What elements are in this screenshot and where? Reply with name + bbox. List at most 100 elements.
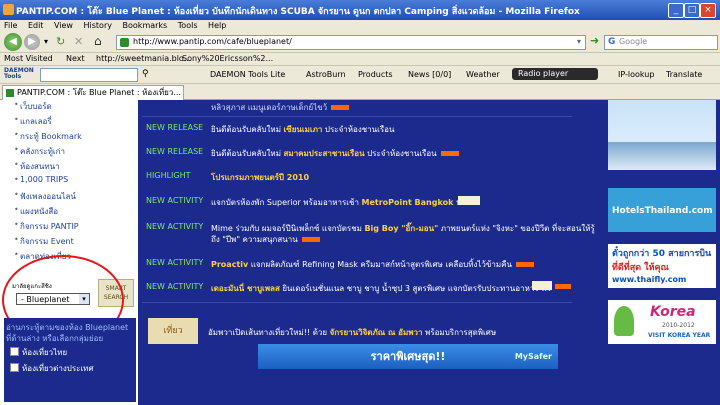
menu-edit[interactable]: Edit xyxy=(28,20,44,32)
checkbox-foreign-travel-label: ห้องเที่ยวต่างประเทศ xyxy=(22,364,94,373)
news-item[interactable]: News [0/0] xyxy=(408,70,451,79)
news-row-3[interactable]: โปรแกรมภาพยนตร์ปี 2010 xyxy=(211,171,309,184)
go-icon[interactable]: ➜ xyxy=(590,34,599,47)
url-text: http://www.pantip.com/cafe/blueplanet/ xyxy=(133,37,292,46)
ad-thaifly[interactable]: ตั๋วถูกกว่า 50 สายการบิน ที่ดีที่สุด ให้… xyxy=(608,244,716,288)
tab-label: PANTIP.COM : โต๊ะ Blue Planet : ห้องเที่… xyxy=(17,88,181,97)
bottom-banner-ad[interactable]: ราคาพิเศษสุด!! MySafer xyxy=(258,344,558,369)
url-dropdown-icon[interactable]: ▾ xyxy=(577,37,581,46)
daemon-search-input[interactable] xyxy=(40,68,138,82)
title-bar: PANTIP.COM : โต๊ะ Blue Planet : ห้องเที่… xyxy=(0,0,720,20)
astroburn-item[interactable]: AstroBurn xyxy=(306,70,346,79)
sidebar-item-chat[interactable]: ห้องสนทนา xyxy=(14,160,60,173)
home-icon[interactable]: ⌂ xyxy=(94,34,102,48)
search-input[interactable]: G Google xyxy=(604,35,718,50)
menu-tools[interactable]: Tools xyxy=(178,20,198,32)
bookmark-sweetmania[interactable]: http://sweetmania.blo... xyxy=(96,54,191,63)
hotels-thailand-text: HotelsThailand.com xyxy=(612,206,713,216)
url-bar[interactable]: http://www.pantip.com/cafe/blueplanet/ ▾ xyxy=(116,35,586,50)
korea-years: 2010-2012 xyxy=(662,322,695,329)
weather-item[interactable]: Weather xyxy=(466,70,500,79)
menu-history[interactable]: History xyxy=(84,20,112,32)
sidebar-item-bookmark[interactable]: กระทู้ Bookmark xyxy=(14,130,82,143)
firefox-icon xyxy=(3,4,14,15)
checkbox-thai-travel[interactable] xyxy=(10,347,19,356)
ad-scenic-landscape xyxy=(608,142,716,170)
news-category: NEW RELEASE xyxy=(146,123,204,132)
korea-title: Korea xyxy=(650,304,696,320)
stop-icon[interactable]: ✕ xyxy=(74,35,83,48)
news-row-1[interactable]: ยินดีต้อนรับคลับใหม่ เซียนเมเภา ประจำห้อ… xyxy=(211,123,394,136)
chabu-logo xyxy=(532,281,552,290)
magnifier-icon[interactable]: ⚲ xyxy=(142,69,149,79)
bookmark-sony-ericsson[interactable]: Sony%20Ericsson%2... xyxy=(182,54,273,63)
sidebar-item-activities[interactable]: กิจกรรม PANTIP xyxy=(14,220,79,233)
daemon-toolbar: DAEMON Tools ⚲ DAEMON Tools Lite AstroBu… xyxy=(0,66,720,84)
bookmark-next[interactable]: Next xyxy=(66,54,85,63)
news-category: NEW RELEASE xyxy=(146,147,204,156)
menu-bookmarks[interactable]: Bookmarks xyxy=(123,20,168,32)
news-row-7[interactable]: Proactiv แจกผลิตภัณฑ์ Refining Mask ครีม… xyxy=(211,258,534,271)
google-icon: G xyxy=(608,37,616,47)
menu-help[interactable]: Help xyxy=(208,20,226,32)
daemon-tools-lite-item[interactable]: DAEMON Tools Lite xyxy=(210,70,285,79)
news-category: NEW ACTIVITY xyxy=(146,196,204,205)
history-dropdown-icon[interactable]: ▾ xyxy=(44,37,48,46)
forward-button[interactable]: ▶ xyxy=(24,34,40,50)
news-row-0[interactable]: หลิวสุภาส แมนูเดอร์ภาษเด็กย์ไขว้ xyxy=(211,101,350,114)
news-category: NEW ACTIVITY xyxy=(146,282,204,291)
translate-item[interactable]: Translate xyxy=(666,70,702,79)
sidebar-item-events[interactable]: กิจกรรม Event xyxy=(14,235,74,248)
products-item[interactable]: Products xyxy=(358,70,393,79)
bookmark-most-visited[interactable]: Most Visited xyxy=(4,54,53,63)
site-favicon-icon xyxy=(120,38,129,47)
ad-visit-korea[interactable]: Korea 2010-2012 VISIT KOREA YEAR xyxy=(608,300,716,344)
news-row-2[interactable]: ยินดีต้อนรับคลับใหม่ สมาคมประสาชานเรือน … xyxy=(211,147,459,160)
sidebar-item-webboard[interactable]: เว็บบอร์ด xyxy=(14,100,52,113)
new-badge xyxy=(555,284,571,289)
sidebar-info-text: อ่านกระทู้ตามของห้อง Blueplanet ที่ด้านล… xyxy=(6,323,129,343)
news-category: NEW ACTIVITY xyxy=(146,222,204,231)
travel-promo-image[interactable]: เที่ยว xyxy=(148,318,198,344)
maximize-button[interactable]: □ xyxy=(684,3,700,18)
row-divider xyxy=(142,302,572,303)
sidebar-item-books[interactable]: แผงหนังสือ xyxy=(14,205,58,218)
minimize-button[interactable]: _ xyxy=(668,3,684,18)
close-button[interactable]: × xyxy=(700,3,716,18)
daemon-logo: DAEMON Tools xyxy=(4,67,34,80)
reload-icon[interactable]: ↻ xyxy=(56,35,65,48)
checkbox-thai-travel-label: ห้องเที่ยวไทย xyxy=(22,348,68,357)
sidebar-item-gallery[interactable]: แกลเลอรี่ xyxy=(14,115,52,128)
sidebar-info-panel: อ่านกระทู้ตามของห้อง Blueplanet ที่ด้านล… xyxy=(4,318,136,402)
promo-text[interactable]: อัมพวาเปิดเส้นทางเที่ยวใหม่!! ด้วย จักรย… xyxy=(208,326,496,339)
radio-player[interactable]: Radio player xyxy=(512,68,598,80)
thaifly-url: www.thaifly.com xyxy=(612,275,687,284)
news-row-8[interactable]: เดอะมันนี่ ชาบูเพลส ยินเดอร์เนชั่นแนล ชา… xyxy=(211,282,551,295)
sidebar-item-trips[interactable]: 1,000 TRIPS xyxy=(14,175,68,184)
news-row-4[interactable]: แจกบัตรห้องพัก Superior พร้อมอาหารเช้า M… xyxy=(211,196,466,209)
korea-subtitle: VISIT KOREA YEAR xyxy=(648,332,711,339)
ad-scenic-image[interactable] xyxy=(608,100,716,170)
row-divider xyxy=(142,116,572,117)
bottom-banner-text: ราคาพิเศษสุด!! xyxy=(370,350,446,363)
menu-bar: File Edit View History Bookmarks Tools H… xyxy=(0,20,720,32)
sidebar-item-archive[interactable]: คลังกระทู้เก่า xyxy=(14,145,65,158)
search-placeholder: Google xyxy=(619,37,648,46)
tab-pantip[interactable]: PANTIP.COM : โต๊ะ Blue Planet : ห้องเที่… xyxy=(2,85,184,100)
thaifly-title: ตั๋วถูกกว่า 50 สายการบิน xyxy=(612,249,712,259)
window-title: PANTIP.COM : โต๊ะ Blue Planet : ห้องเที่… xyxy=(16,7,580,17)
menu-file[interactable]: File xyxy=(4,20,17,32)
news-category: HIGHLIGHT xyxy=(146,171,191,180)
ip-lookup-item[interactable]: IP-lookup xyxy=(618,70,654,79)
navigation-toolbar: ◀ ▶ ▾ ↻ ✕ ⌂ http://www.pantip.com/cafe/b… xyxy=(0,32,720,53)
ad-hotels-thailand[interactable]: HotelsThailand.com xyxy=(608,188,716,232)
bottom-banner-brand: MySafer xyxy=(514,352,552,361)
checkbox-foreign-travel[interactable] xyxy=(10,363,19,372)
sidebar-item-music[interactable]: ฟังเพลงออนไลน์ xyxy=(14,190,76,203)
korea-mascot-icon xyxy=(614,306,634,336)
bookmarks-bar: Most Visited Next http://sweetmania.blo.… xyxy=(0,53,720,66)
metropoint-logo xyxy=(458,196,480,205)
news-row-5-continued: ถึง "ปีพ" ความสนุกสนาน xyxy=(211,233,320,246)
menu-view[interactable]: View xyxy=(54,20,73,32)
back-button[interactable]: ◀ xyxy=(4,33,22,51)
